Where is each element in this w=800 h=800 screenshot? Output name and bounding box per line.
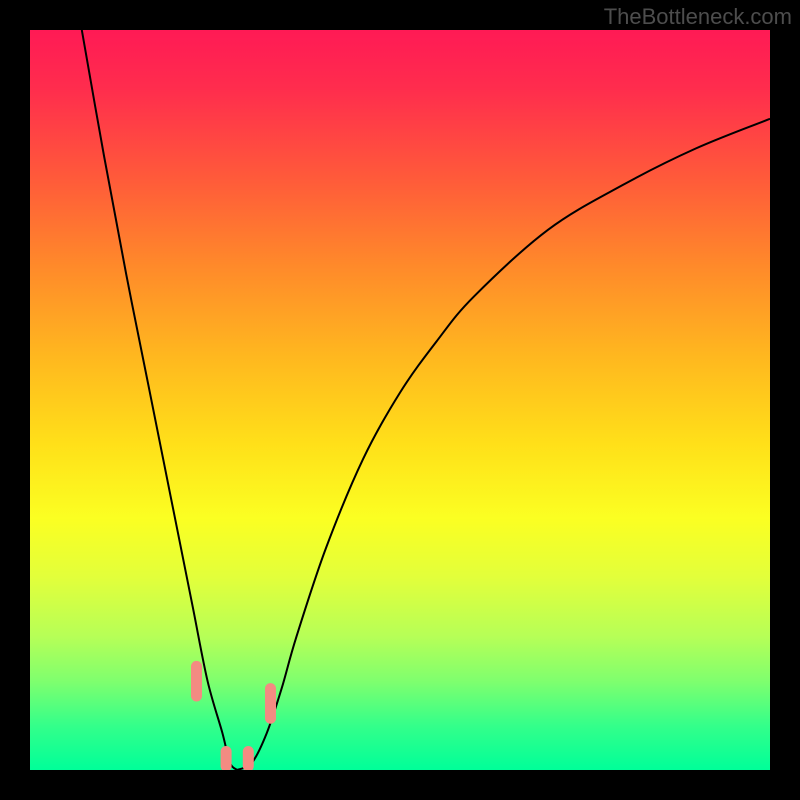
chart-frame: TheBottleneck.com <box>0 0 800 800</box>
plot-area <box>30 30 770 770</box>
curve-left-branch <box>82 30 237 770</box>
curve-svg <box>30 30 770 770</box>
curve-right-branch <box>237 119 770 770</box>
watermark-text: TheBottleneck.com <box>604 4 792 30</box>
